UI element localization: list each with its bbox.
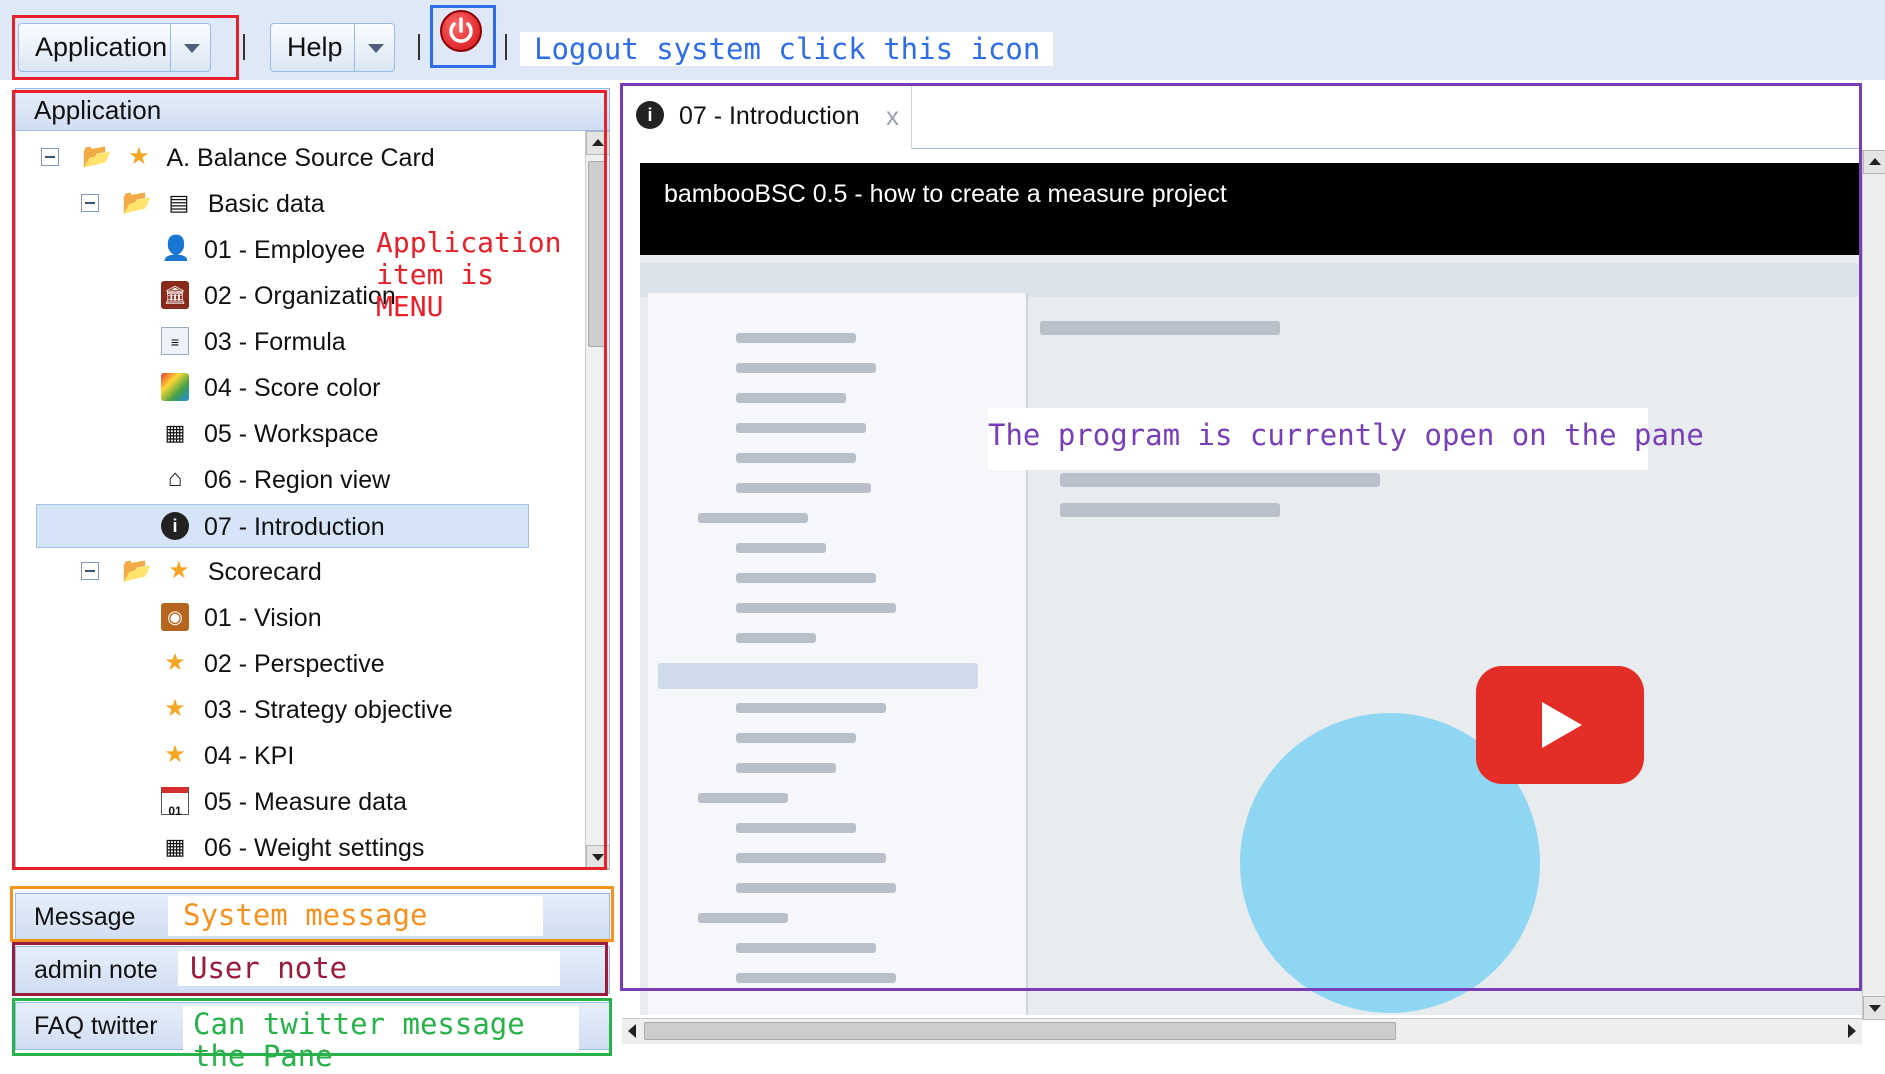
message-panel-highlight <box>10 886 614 942</box>
scroll-right-icon[interactable] <box>1848 1024 1856 1038</box>
toolbar-separator <box>418 34 420 60</box>
logout-highlight <box>430 5 496 68</box>
logout-annotation: Logout system click this icon <box>520 32 1053 66</box>
help-menu-label: Help <box>287 32 343 62</box>
content-scrollbar[interactable] <box>1862 150 1885 1020</box>
top-toolbar: Application Help Logout system click thi… <box>0 0 1885 80</box>
application-panel-highlight <box>12 90 607 870</box>
logout-annotation-text: Logout system click this icon <box>534 32 1041 66</box>
scroll-left-icon[interactable] <box>628 1024 636 1038</box>
scroll-up-icon[interactable] <box>1863 150 1885 174</box>
admin-note-highlight <box>12 942 608 996</box>
scrollbar-thumb[interactable] <box>644 1022 1396 1040</box>
scroll-down-icon[interactable] <box>1863 996 1885 1020</box>
chevron-down-icon[interactable] <box>354 24 394 71</box>
toolbar-separator <box>505 34 507 60</box>
faq-twitter-highlight <box>12 998 612 1056</box>
help-menu-button[interactable]: Help <box>270 23 395 72</box>
toolbar-separator <box>243 34 245 60</box>
application-menu-highlight <box>12 15 239 80</box>
content-horizontal-scrollbar[interactable] <box>622 1018 1862 1044</box>
content-pane-highlight <box>620 83 1862 991</box>
